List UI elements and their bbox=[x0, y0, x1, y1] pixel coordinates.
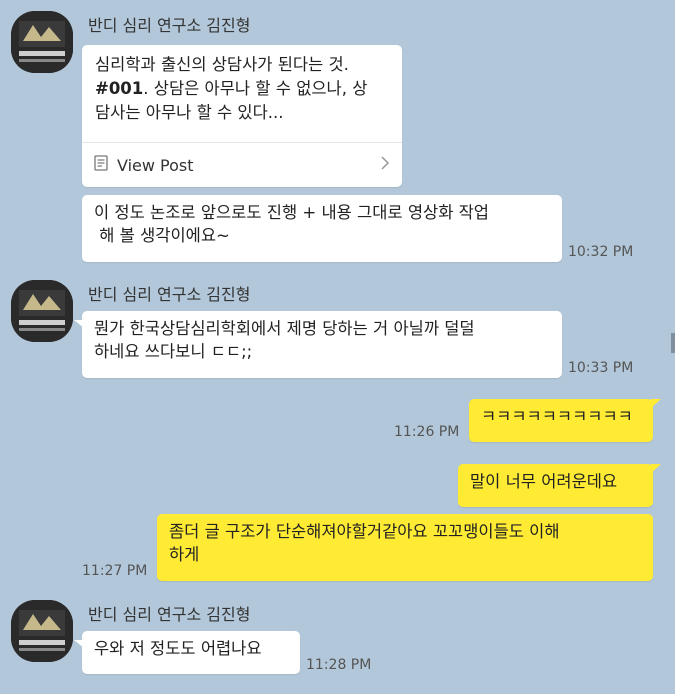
message-time: 11:27 PM bbox=[82, 563, 148, 579]
message-bubble[interactable]: 뭔가 한국상담심리학회에서 제명 당하는 거 아닐까 덜덜 하네요 쓰다보니 ㄷ… bbox=[74, 311, 562, 378]
post-line-1: 심리학과 출신의 상담사가 된다는 것. bbox=[95, 55, 349, 74]
chevron-right-icon bbox=[380, 155, 390, 175]
message-time: 10:32 PM bbox=[568, 244, 634, 260]
my-message-bubble[interactable]: 말이 너무 어려운데요 bbox=[458, 464, 661, 507]
message-time: 11:26 PM bbox=[394, 424, 460, 440]
sender-name: 반디 심리 연구소 김진형 bbox=[88, 285, 251, 304]
document-icon bbox=[94, 155, 108, 175]
avatar-image bbox=[11, 280, 73, 342]
my-message-bubble[interactable]: ㅋㅋㅋㅋㅋㅋㅋㅋㅋㅋ bbox=[469, 399, 661, 442]
post-line-2: #001. 상담은 아무나 할 수 없으나, 상 bbox=[95, 77, 395, 101]
avatar-image bbox=[11, 11, 73, 73]
avatar-image bbox=[11, 600, 73, 662]
view-post-label: View Post bbox=[117, 155, 194, 175]
avatar[interactable] bbox=[11, 280, 73, 342]
post-line-2-rest: . 상담은 아무나 할 수 없으나, 상 bbox=[143, 79, 368, 98]
scrollbar-thumb[interactable] bbox=[671, 333, 675, 353]
message-bubble[interactable]: 이 정도 논조로 앞으로도 진행 + 내용 그대로 영상화 작업 해 볼 생각이… bbox=[82, 195, 562, 262]
my-message-bubble[interactable]: 좀더 글 구조가 단순해져야할거같아요 꼬꼬맹이들도 이해 하게 bbox=[157, 514, 653, 581]
avatar[interactable] bbox=[11, 600, 73, 662]
post-number: #001 bbox=[95, 79, 144, 98]
post-preview-text: 심리학과 출신의 상담사가 된다는 것. #001. 상담은 아무나 할 수 없… bbox=[95, 53, 395, 125]
message-time: 10:33 PM bbox=[568, 360, 634, 376]
view-post-link[interactable]: View Post bbox=[82, 143, 402, 187]
post-card[interactable]: 심리학과 출신의 상담사가 된다는 것. #001. 상담은 아무나 할 수 없… bbox=[82, 45, 402, 187]
avatar[interactable] bbox=[11, 11, 73, 73]
sender-name: 반디 심리 연구소 김진형 bbox=[88, 605, 251, 624]
message-bubble[interactable]: 우와 저 정도도 어렵나요 bbox=[74, 631, 300, 674]
message-time: 11:28 PM bbox=[306, 657, 372, 673]
post-line-3: 담사는 아무나 할 수 있다... bbox=[95, 103, 284, 122]
sender-name: 반디 심리 연구소 김진형 bbox=[88, 16, 251, 35]
